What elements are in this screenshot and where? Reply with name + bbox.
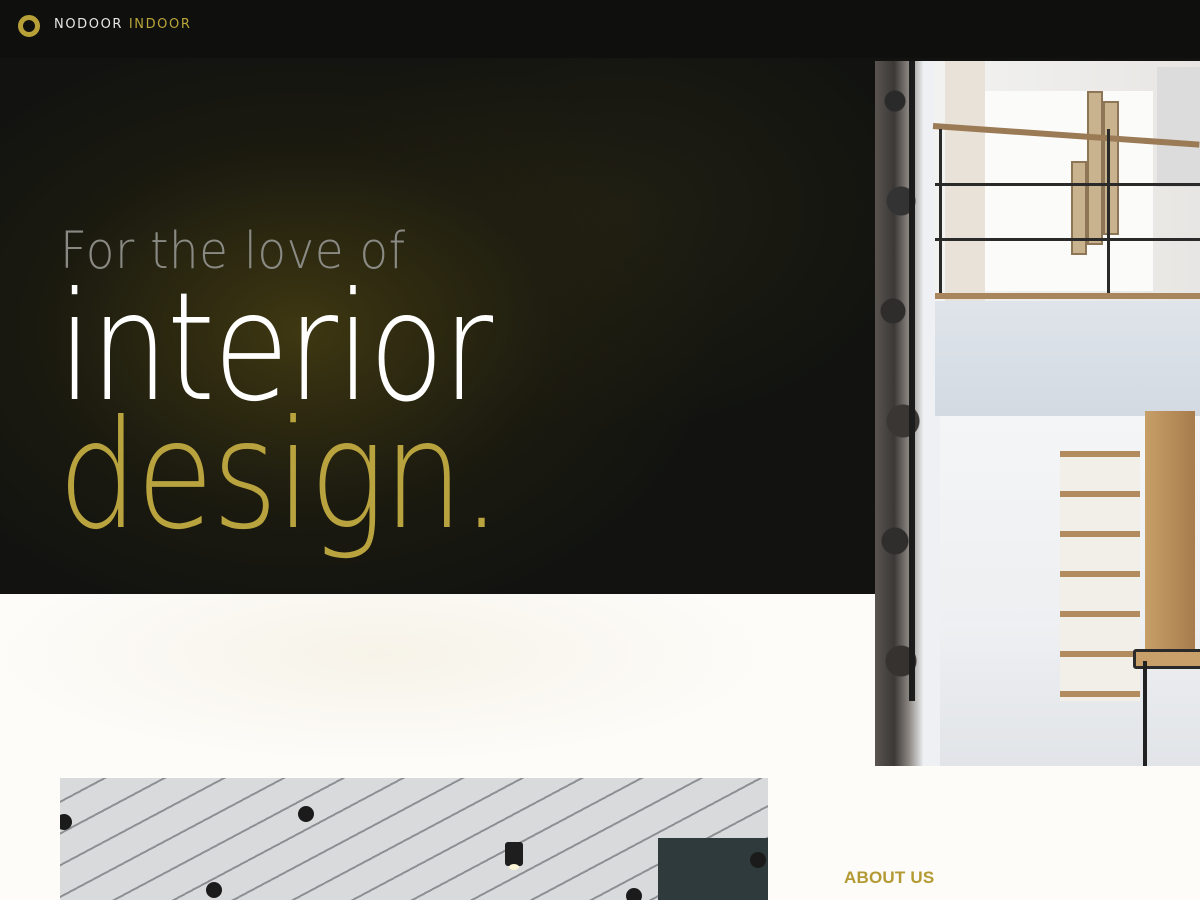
interior-staircase-photo: [875, 61, 1200, 766]
site-header: NODOOR INDOOR: [0, 0, 1200, 58]
about-us-heading: ABOUT US: [844, 868, 935, 887]
brand-primary-text: NODOOR: [54, 17, 124, 32]
hero-headline-line2: design.: [58, 389, 502, 563]
logo-ring-icon[interactable]: [18, 15, 40, 37]
brand-logo-link[interactable]: NODOOR INDOOR: [54, 17, 191, 32]
light-glow-area: [0, 594, 875, 794]
ceiling-lights-photo: [60, 778, 768, 900]
brand-accent-text: INDOOR: [128, 17, 192, 32]
